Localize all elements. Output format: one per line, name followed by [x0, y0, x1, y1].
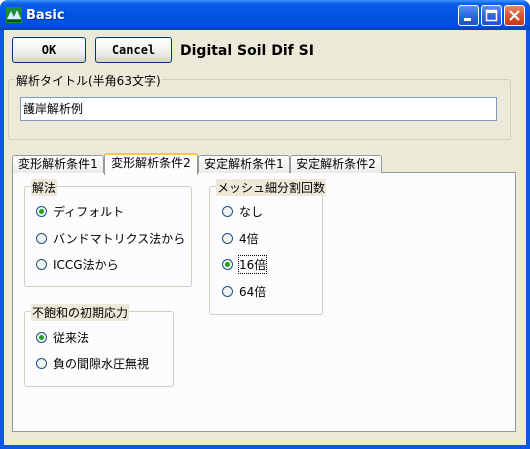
- analysis-title-input[interactable]: 護岸解析例: [20, 97, 497, 121]
- radio-label: 負の間隙水圧無視: [53, 356, 150, 371]
- radio-stress-ignore-negative[interactable]: 負の間隙水圧無視: [36, 355, 149, 371]
- radio-checked-icon: [222, 258, 233, 270]
- initial-stress-group: 不飽和の初期応力: [24, 304, 174, 387]
- radio-unchecked-icon: [222, 232, 233, 244]
- radio-checked-icon: [36, 331, 47, 343]
- radio-label: ディフォルト: [53, 204, 125, 219]
- radio-mesh-4x[interactable]: 4倍: [222, 230, 259, 246]
- mesh-group-label: メッシュ細分割回数: [216, 179, 327, 196]
- radio-stress-conventional[interactable]: 従来法: [36, 329, 89, 345]
- maximize-icon: [485, 9, 498, 22]
- tab-deformation-1[interactable]: 変形解析条件1: [12, 155, 104, 173]
- tab-stability-2[interactable]: 安定解析条件2: [290, 155, 382, 173]
- radio-label: 従来法: [53, 330, 90, 345]
- analysis-title-label: 解析タイトル(半角63文字): [15, 72, 162, 89]
- radio-label: なし: [239, 204, 264, 219]
- radio-label: 4倍: [239, 231, 259, 246]
- minimize-icon: [464, 18, 471, 21]
- radio-unchecked-icon: [222, 285, 233, 297]
- close-icon: [509, 10, 520, 21]
- radio-checked-icon: [36, 205, 47, 217]
- window-title: Basic: [26, 8, 65, 23]
- app-heading: Digital Soil Dif SI: [180, 43, 314, 59]
- tab-deformation-2[interactable]: 変形解析条件2: [104, 153, 198, 175]
- radio-label: バンドマトリクス法から: [53, 231, 186, 246]
- minimize-button[interactable]: [458, 5, 479, 26]
- maximize-button[interactable]: [481, 5, 502, 26]
- radio-method-default[interactable]: ディフォルト: [36, 203, 124, 219]
- radio-mesh-16x[interactable]: 16倍: [222, 254, 268, 274]
- initial-stress-group-label: 不飽和の初期応力: [31, 304, 130, 321]
- ok-button[interactable]: OK: [12, 37, 86, 63]
- radio-method-band-matrix[interactable]: バンドマトリクス法から: [36, 230, 185, 246]
- title-bar[interactable]: Basic: [0, 0, 530, 30]
- radio-unchecked-icon: [222, 205, 233, 217]
- radio-unchecked-icon: [36, 232, 47, 244]
- window: Basic OK Cancel Digital Soil Dif SI 解析タイ…: [0, 0, 530, 449]
- radio-label: 64倍: [239, 284, 267, 299]
- close-button[interactable]: [504, 5, 525, 26]
- radio-mesh-64x[interactable]: 64倍: [222, 283, 266, 299]
- tab-stability-1[interactable]: 安定解析条件1: [198, 155, 290, 173]
- radio-label: 16倍: [237, 254, 268, 274]
- radio-label: ICCG法から: [53, 257, 119, 272]
- radio-mesh-none[interactable]: なし: [222, 203, 263, 219]
- cancel-button[interactable]: Cancel: [95, 37, 172, 63]
- app-icon[interactable]: [6, 7, 22, 23]
- radio-unchecked-icon: [36, 357, 47, 369]
- method-group-label: 解法: [31, 179, 58, 196]
- radio-unchecked-icon: [36, 258, 47, 270]
- radio-method-iccg[interactable]: ICCG法から: [36, 256, 119, 272]
